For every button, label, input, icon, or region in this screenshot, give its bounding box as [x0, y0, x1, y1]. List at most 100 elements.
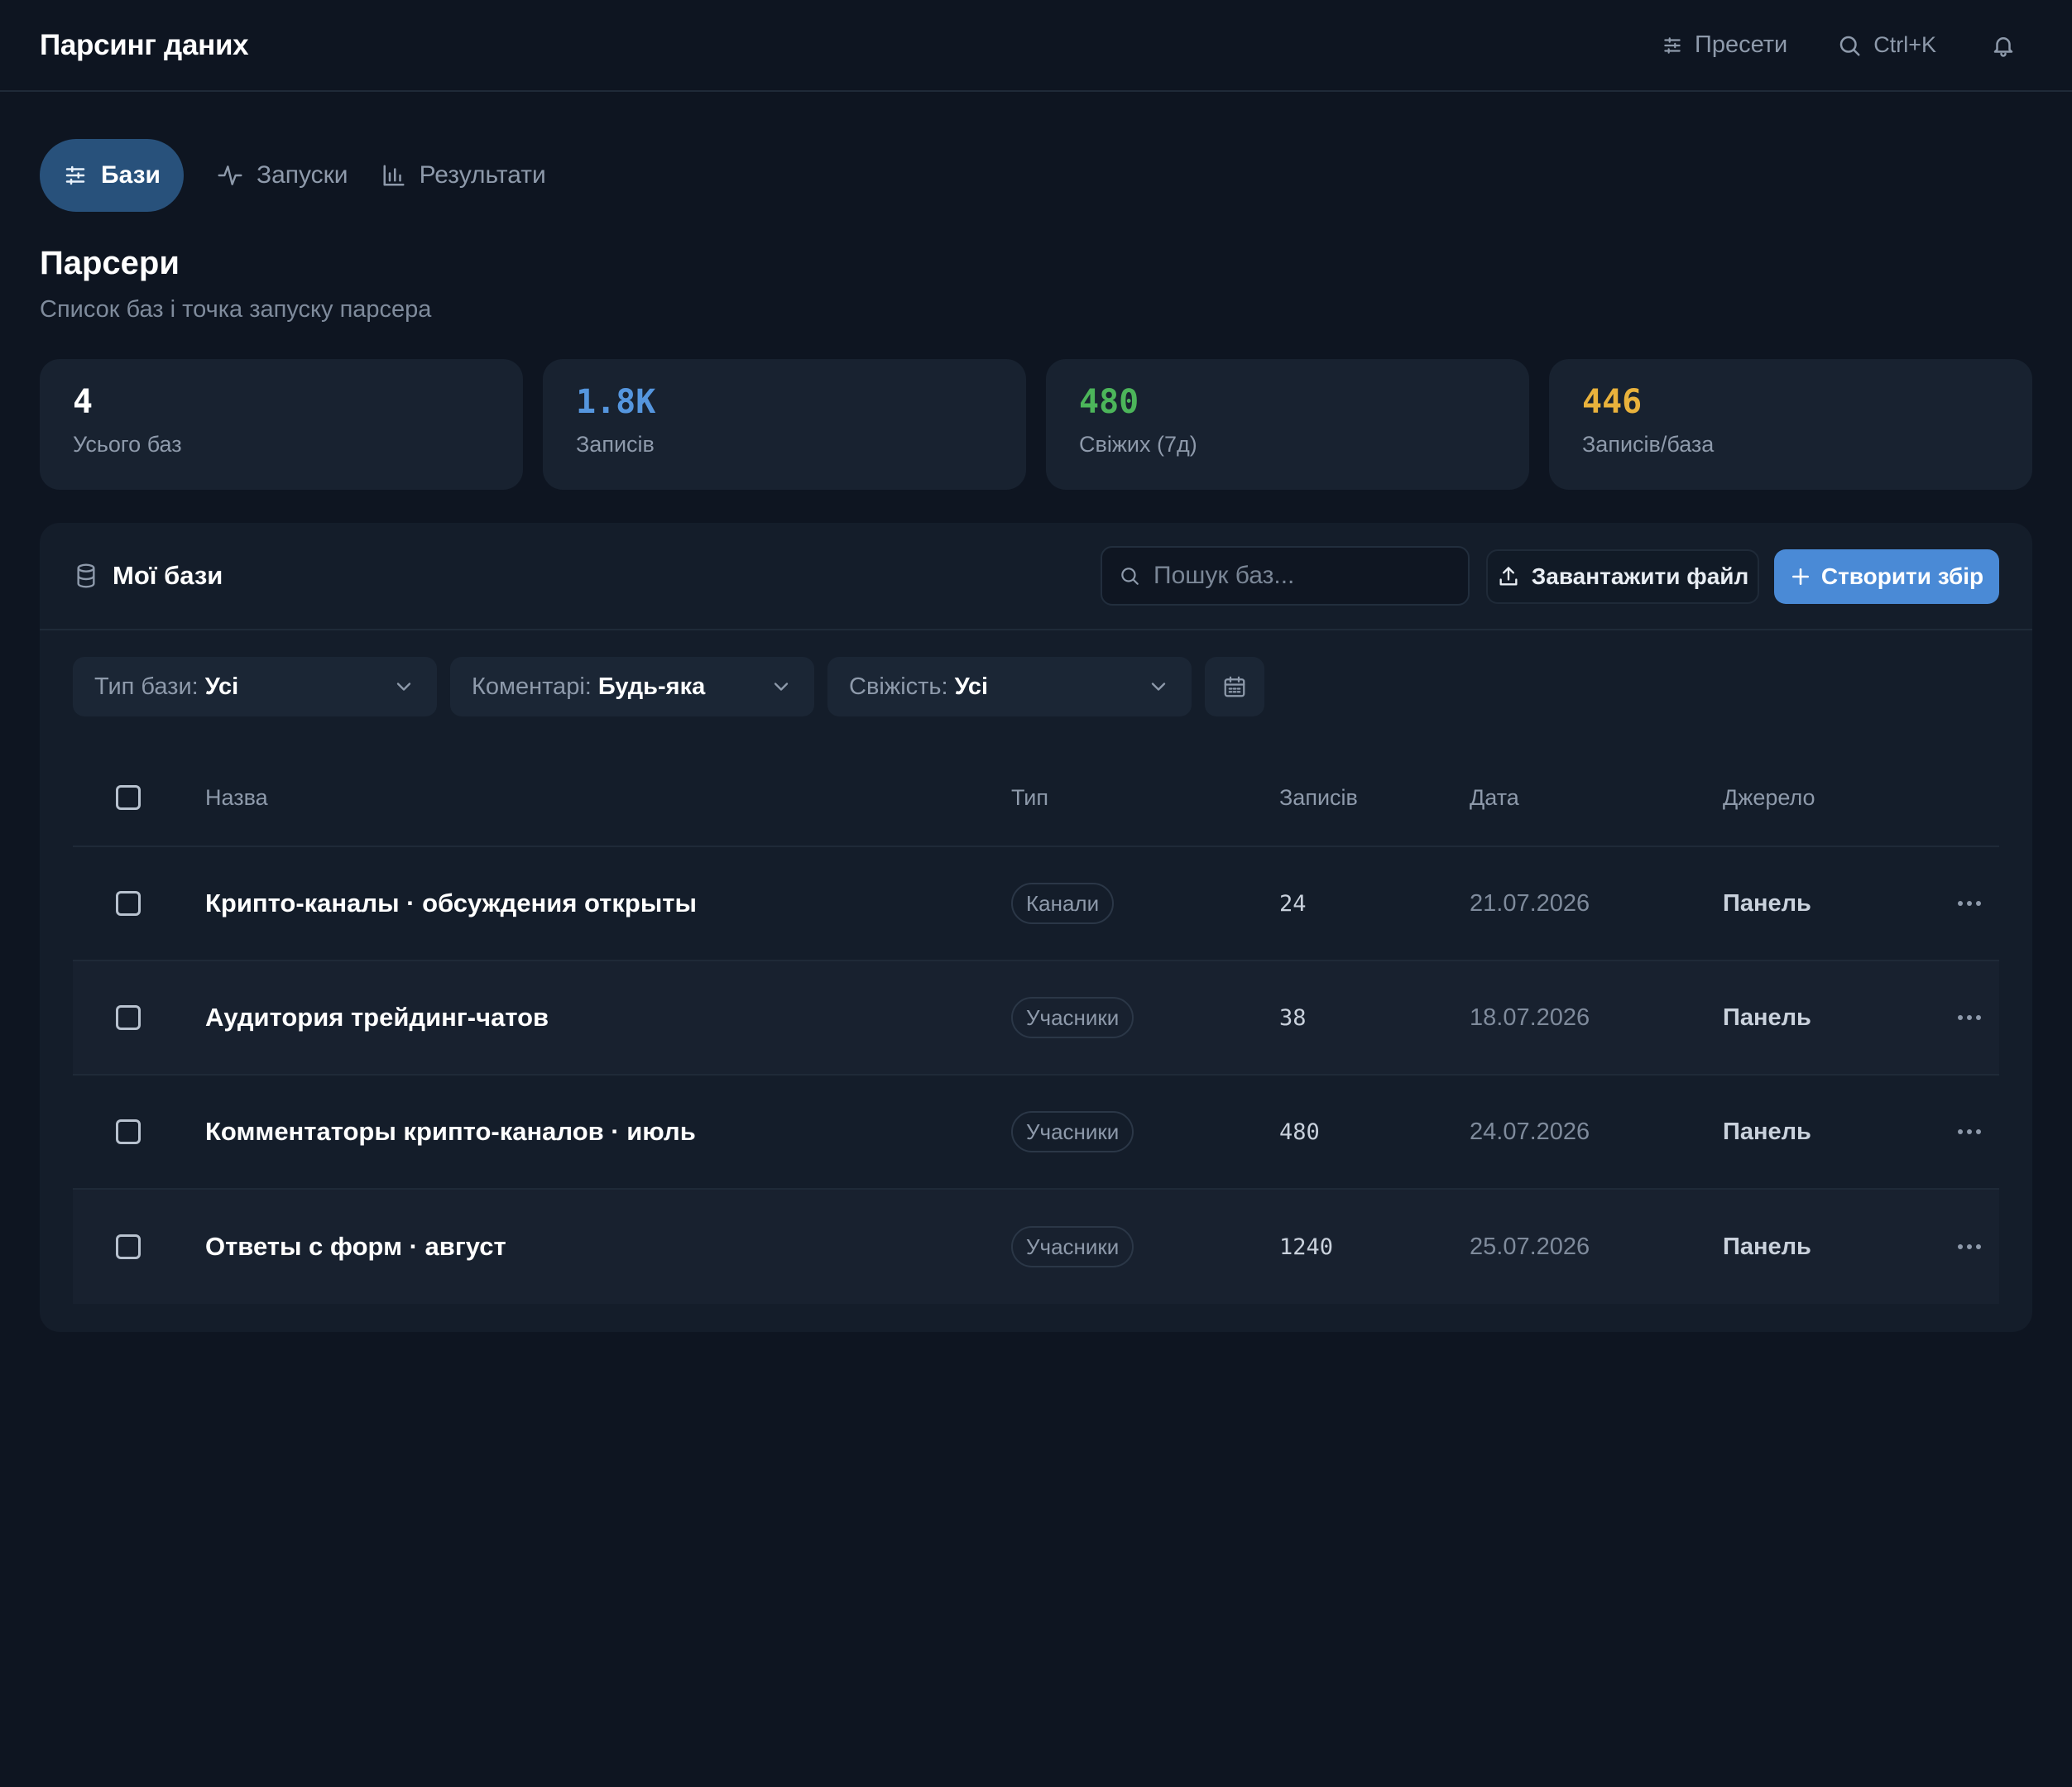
select-all-cell	[116, 750, 141, 846]
row-check-cell	[116, 847, 141, 960]
create-collection-button[interactable]: Створити збір	[1774, 549, 1999, 604]
row-check-cell	[116, 1076, 141, 1188]
column-header-type[interactable]: Тип	[1011, 750, 1048, 846]
table-row[interactable]: Крипто-каналы · обсуждения открыты Канал…	[73, 847, 1999, 961]
table-row[interactable]: Ответы с форм · август Учасники 1240 25.…	[73, 1190, 1999, 1304]
upload-file-button[interactable]: Завантажити файл	[1486, 549, 1759, 604]
top-bar: Парсинг даних Пресети Ctrl+K	[0, 0, 2072, 92]
filter-text: Коментарі: Будь-яка	[472, 673, 705, 701]
row-name[interactable]: Ответы с форм · август	[205, 1232, 506, 1262]
search-box	[1101, 546, 1470, 606]
type-badge: Учасники	[1011, 996, 1134, 1039]
row-source-cell: Панель	[1723, 847, 1811, 960]
table-row[interactable]: Комментаторы крипто-каналов · июль Учасн…	[73, 1076, 1999, 1190]
search-icon	[1121, 568, 1139, 585]
search-icon	[1839, 36, 1860, 55]
create-label: Створити збір	[1820, 563, 1984, 589]
tab-bases[interactable]: Бази	[40, 139, 184, 212]
sliders-icon	[1664, 36, 1681, 54]
notifications-button[interactable]	[1991, 33, 2016, 58]
more-options-icon[interactable]	[1958, 1129, 1981, 1134]
filter-freshness[interactable]: Свіжість: Усі	[827, 657, 1192, 716]
row-type-cell: Учасники	[1011, 1076, 1134, 1188]
stat-label: Усього баз	[73, 432, 182, 457]
bases-table: Назва Тип Записів Дата Джерело Крипто-ка…	[73, 750, 1999, 1304]
filter-label: Коментарі:	[472, 673, 592, 700]
chevron-down-icon	[1151, 683, 1166, 691]
stats-row: 4 Усього баз 1.8K Записів 480 Свіжих (7д…	[40, 359, 2032, 490]
top-actions: Пресети Ctrl+K	[1662, 0, 2032, 90]
calendar-icon	[1224, 676, 1245, 697]
row-check-cell	[116, 1190, 141, 1304]
stat-card-records: 1.8K Записів	[543, 359, 1026, 490]
bar-chart-icon	[383, 165, 405, 186]
presets-button[interactable]: Пресети	[1662, 31, 1787, 59]
row-name[interactable]: Комментаторы крипто-каналов · июль	[205, 1117, 696, 1147]
row-count: 24	[1279, 890, 1307, 917]
row-date: 21.07.2026	[1470, 889, 1590, 917]
page-subtitle: Список баз і точка запуску парсера	[40, 296, 432, 323]
row-checkbox[interactable]	[116, 1119, 141, 1144]
row-count-cell: 38	[1279, 961, 1307, 1074]
row-more-cell	[1958, 847, 1981, 960]
row-checkbox[interactable]	[116, 1005, 141, 1030]
tab-label: Бази	[101, 161, 161, 189]
row-source-cell: Панель	[1723, 1076, 1811, 1188]
tab-label: Запуски	[256, 161, 348, 189]
row-count-cell: 24	[1279, 847, 1307, 960]
stat-value: 480	[1079, 383, 1139, 421]
table-header-row: Назва Тип Записів Дата Джерело	[73, 750, 1999, 847]
stat-label: Свіжих (7д)	[1079, 432, 1197, 457]
more-options-icon[interactable]	[1958, 1244, 1981, 1249]
row-date-cell: 21.07.2026	[1470, 847, 1590, 960]
panel-header: Мої бази Завантажити файл Створити збір	[40, 523, 2032, 630]
row-count: 38	[1279, 1004, 1307, 1031]
chevron-down-icon	[774, 683, 789, 691]
row-name[interactable]: Крипто-каналы · обсуждения открыты	[205, 889, 697, 918]
row-date-cell: 25.07.2026	[1470, 1190, 1590, 1304]
filters-row: Тип бази: Усі Коментарі: Будь-яка Свіжіс…	[73, 657, 1264, 716]
filter-label: Тип бази:	[94, 673, 199, 700]
select-all-checkbox[interactable]	[116, 785, 141, 810]
column-header-source[interactable]: Джерело	[1723, 750, 1815, 846]
panel-title-text: Мої бази	[113, 561, 223, 590]
column-header-count[interactable]: Записів	[1279, 750, 1358, 846]
row-more-cell	[1958, 961, 1981, 1074]
row-name-cell: Ответы с форм · август	[205, 1190, 506, 1304]
row-name-cell: Крипто-каналы · обсуждения открыты	[205, 847, 697, 960]
upload-icon	[1499, 567, 1518, 586]
column-header-date[interactable]: Дата	[1470, 750, 1519, 846]
row-checkbox[interactable]	[116, 1234, 141, 1259]
type-badge: Учасники	[1011, 1110, 1134, 1153]
filter-comments[interactable]: Коментарі: Будь-яка	[450, 657, 814, 716]
tab-runs[interactable]: Запуски	[217, 139, 348, 212]
global-search-button[interactable]: Ctrl+K	[1837, 32, 1936, 58]
date-filter-button[interactable]	[1205, 657, 1264, 716]
table-row[interactable]: Аудитория трейдинг-чатов Учасники 38 18.…	[73, 961, 1999, 1076]
stat-value: 446	[1582, 383, 1643, 421]
row-checkbox[interactable]	[116, 891, 141, 916]
row-date: 18.07.2026	[1470, 1004, 1590, 1031]
stat-value: 4	[73, 383, 94, 421]
page-title: Парсери	[40, 245, 180, 281]
search-input[interactable]	[1154, 562, 1451, 590]
row-date-cell: 18.07.2026	[1470, 961, 1590, 1074]
more-options-icon[interactable]	[1958, 901, 1981, 906]
tab-results[interactable]: Результати	[381, 139, 546, 212]
filter-text: Тип бази: Усі	[94, 673, 238, 701]
type-badge: Учасники	[1011, 1225, 1134, 1268]
row-name[interactable]: Аудитория трейдинг-чатов	[205, 1003, 549, 1032]
row-date: 25.07.2026	[1470, 1233, 1590, 1260]
sliders-icon	[65, 165, 85, 185]
panel-title: Мої бази	[73, 561, 223, 591]
bases-panel: Мої бази Завантажити файл Створити збір …	[40, 523, 2032, 1332]
row-more-cell	[1958, 1076, 1981, 1188]
filter-base-type[interactable]: Тип бази: Усі	[73, 657, 437, 716]
column-header-name[interactable]: Назва	[205, 750, 268, 846]
plus-icon	[1791, 568, 1809, 585]
row-type-cell: Учасники	[1011, 1190, 1134, 1304]
row-name-cell: Аудитория трейдинг-чатов	[205, 961, 549, 1074]
presets-label: Пресети	[1694, 31, 1788, 58]
stat-card-total: 4 Усього баз	[40, 359, 523, 490]
more-options-icon[interactable]	[1958, 1015, 1981, 1020]
